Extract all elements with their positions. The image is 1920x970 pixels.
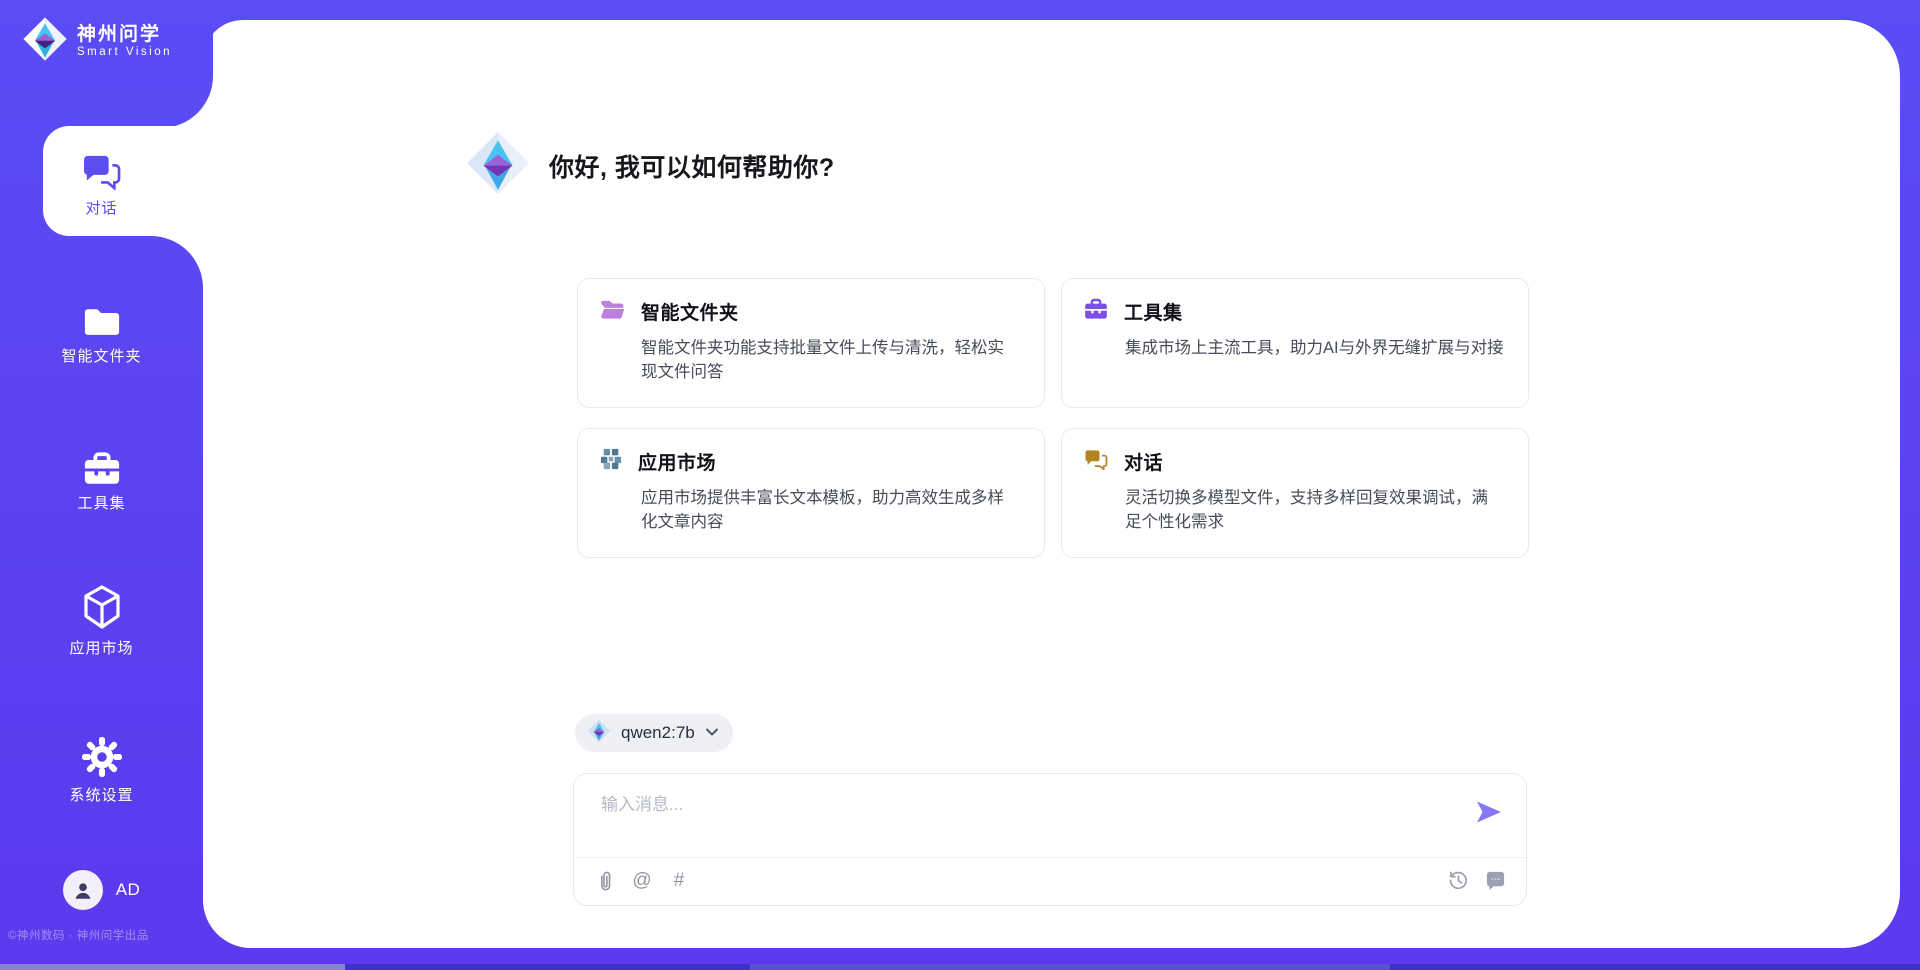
- scrollbar-segment: [750, 964, 1390, 970]
- sidebar-item-chat[interactable]: 对话: [0, 144, 203, 218]
- chat-bubbles-icon: [0, 144, 203, 190]
- sidebar-item-app-market[interactable]: 应用市场: [0, 584, 203, 658]
- card-title: 对话: [1124, 448, 1163, 475]
- sidebar-footer: ©神州数码 · 神州问学出品: [8, 927, 149, 943]
- main-panel: 你好, 我可以如何帮助你? 智能文件夹 智能文件夹功能支持批量文件上传与清洗，轻…: [203, 20, 1900, 948]
- message-input[interactable]: [599, 788, 1463, 852]
- card-desc: 集成市场上主流工具，助力AI与外界无缝扩展与对接: [1125, 336, 1504, 360]
- sidebar-item-toolset[interactable]: 工具集: [0, 439, 203, 513]
- scrollbar-thumb[interactable]: [0, 964, 345, 970]
- card-title: 智能文件夹: [641, 298, 739, 325]
- card-app-market[interactable]: 应用市场 应用市场提供丰富长文本模板，助力高效生成多样化文章内容: [577, 428, 1045, 558]
- composer-toolbar: @ #: [594, 856, 1506, 905]
- card-title: 工具集: [1124, 298, 1183, 325]
- greeting-title: 你好, 我可以如何帮助你?: [549, 148, 835, 184]
- card-toolset[interactable]: 工具集 集成市场上主流工具，助力AI与外界无缝扩展与对接: [1061, 278, 1529, 408]
- model-selector[interactable]: qwen2:7b: [575, 714, 733, 752]
- sidebar-item-label: 应用市场: [0, 637, 203, 658]
- toolbox-icon: [0, 439, 203, 485]
- sidebar-item-smart-folder[interactable]: 智能文件夹: [0, 292, 203, 366]
- sidebar-item-label: 工具集: [0, 492, 203, 513]
- brand-diamond-icon: [22, 16, 68, 67]
- send-icon[interactable]: [1476, 800, 1502, 824]
- brand-name: 神州问学: [77, 24, 172, 46]
- at-icon[interactable]: @: [631, 870, 653, 892]
- cube-icon: [0, 584, 203, 630]
- brand-diamond-logo-icon: [465, 130, 531, 201]
- history-icon[interactable]: [1447, 870, 1469, 892]
- card-chat[interactable]: 对话 灵活切换多模型文件，支持多样回复效果调试，满足个性化需求: [1061, 428, 1529, 558]
- folder-icon: [0, 292, 203, 338]
- bottom-scrollbar[interactable]: [0, 964, 1920, 970]
- feature-cards: 智能文件夹 智能文件夹功能支持批量文件上传与清洗，轻松实现文件问答 工具集 集成…: [577, 278, 1529, 558]
- model-diamond-icon: [587, 719, 611, 748]
- brand-logo: 神州问学 Smart Vision: [22, 16, 172, 67]
- user-initials: AD: [116, 880, 141, 900]
- user-profile[interactable]: AD: [0, 870, 203, 910]
- brand-subtitle: Smart Vision: [77, 46, 172, 60]
- card-smart-folder[interactable]: 智能文件夹 智能文件夹功能支持批量文件上传与清洗，轻松实现文件问答: [577, 278, 1045, 408]
- sidebar-item-label: 对话: [0, 197, 203, 218]
- sidebar-item-label: 智能文件夹: [0, 345, 203, 366]
- grid-icon: [600, 448, 622, 475]
- sidebar-item-settings[interactable]: 系统设置: [0, 731, 203, 805]
- card-title: 应用市场: [638, 448, 716, 475]
- attachment-icon[interactable]: [594, 870, 616, 892]
- app-root: { "brand": { "name": "神州问学", "subtitle":…: [0, 0, 1920, 970]
- hash-icon[interactable]: #: [668, 870, 690, 892]
- gear-icon: [0, 731, 203, 777]
- chat-bubbles-icon: [1084, 449, 1108, 475]
- sidebar: 神州问学 Smart Vision 对话 智能文件夹: [0, 0, 203, 970]
- card-desc: 智能文件夹功能支持批量文件上传与清洗，轻松实现文件问答: [641, 336, 1020, 385]
- avatar: [63, 870, 103, 910]
- chevron-down-icon: [705, 724, 719, 742]
- folder-open-icon: [600, 299, 625, 325]
- card-desc: 灵活切换多模型文件，支持多样回复效果调试，满足个性化需求: [1125, 486, 1504, 535]
- card-desc: 应用市场提供丰富长文本模板，助力高效生成多样化文章内容: [641, 486, 1020, 535]
- greeting-row: 你好, 我可以如何帮助你?: [465, 130, 835, 201]
- chat-square-icon[interactable]: [1484, 870, 1506, 892]
- model-name: qwen2:7b: [621, 723, 695, 743]
- sidebar-item-label: 系统设置: [0, 784, 203, 805]
- toolbox-icon: [1084, 298, 1108, 325]
- message-composer: @ #: [573, 773, 1527, 906]
